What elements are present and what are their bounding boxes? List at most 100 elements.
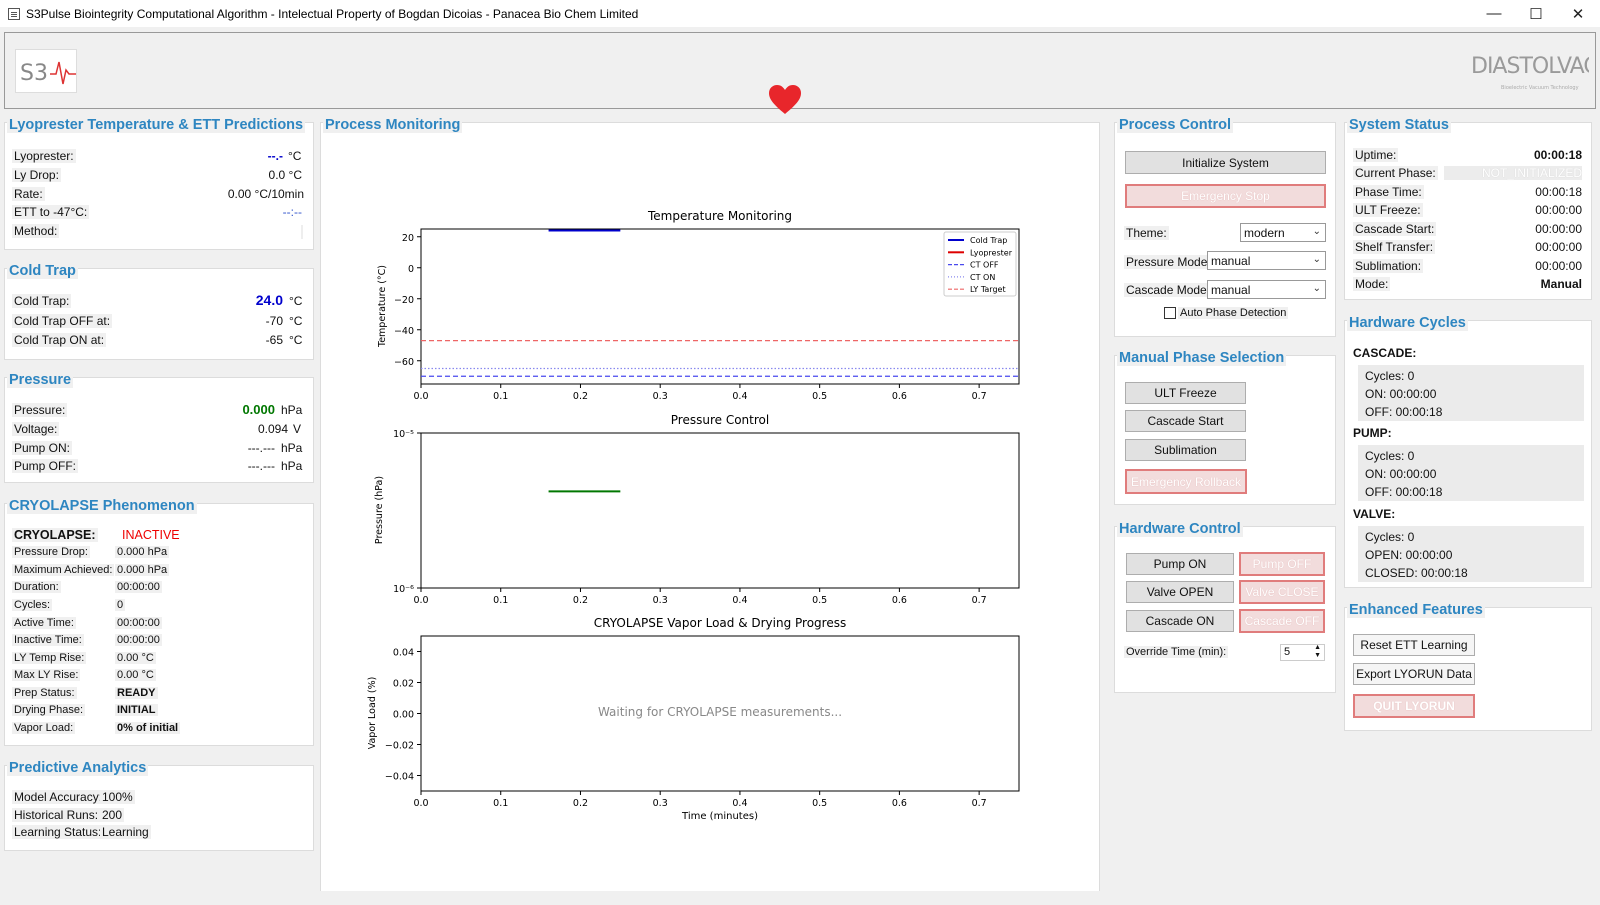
mode-value: Manual [1540,277,1582,291]
svg-text:S3: S3 [20,61,48,86]
override-time-value: 5 [1284,646,1291,658]
cascade-mode-select[interactable]: manual ⌄ [1207,280,1326,299]
chevron-down-icon: ⌄ [1312,283,1321,294]
valve-close-button[interactable]: Valve CLOSE [1239,580,1325,604]
pressure-mode-select[interactable]: manual ⌄ [1207,251,1326,270]
close-button[interactable]: ✕ [1556,0,1600,27]
y-tick-label: 0.02 [393,679,414,690]
cascade-mode-label: Cascade Mode: [1124,283,1213,297]
shelf-transfer-label: Shelf Transfer: [1353,240,1436,254]
shelf-transfer-time: 00:00:00 [1535,240,1582,254]
cascade-off-button[interactable]: Cascade OFF [1239,609,1325,633]
hardware-control-title: Hardware Control [1117,521,1243,537]
maximize-button[interactable]: ☐ [1514,0,1558,27]
x-tick-label: 0.4 [732,798,747,809]
initialize-system-button[interactable]: Initialize System [1125,151,1326,174]
valve-open-button[interactable]: Valve OPEN [1126,581,1234,603]
y-tick-label: −20 [394,295,414,306]
cascade-start-time: 00:00:00 [1535,222,1582,236]
theme-select[interactable]: modern ⌄ [1240,223,1326,242]
x-tick-label: 0.2 [573,391,588,402]
monitoring-charts: Temperature Monitoring Temperature (°C) … [367,209,1020,822]
ult-freeze-time: 00:00:00 [1535,203,1582,217]
cryolapse-row-label: Drying Phase: [12,704,86,716]
title-bar: S3Pulse Biointegrity Computational Algor… [0,0,1600,27]
cryolapse-row-label: Max LY Rise: [12,669,81,681]
y-tick-label: 0.00 [393,710,414,721]
voltage-value: 0.094 [257,422,288,436]
pump-cycles-heading: PUMP: [1353,426,1392,440]
lyoprester-unit: °C [288,149,302,163]
emergency-stop-button[interactable]: Emergency Stop [1125,184,1326,208]
process-control-title: Process Control [1117,117,1233,133]
x-tick-label: 0.6 [892,595,907,606]
cryolapse-row-value: 0.00 °C [115,669,156,681]
y-tick-label: −60 [394,357,414,368]
legend-label: CT ON [970,273,995,282]
spin-arrows-icon[interactable]: ▲ ▼ [1314,644,1321,660]
export-lyorun-button[interactable]: Export LYORUN Data [1353,663,1475,685]
pump-off-unit: hPa [281,459,303,473]
emergency-rollback-button[interactable]: Emergency Rollback [1125,469,1247,494]
phase-time-value: 00:00:18 [1535,185,1582,199]
override-time-spinbox[interactable]: 5 ▲ ▼ [1280,644,1325,661]
model-accuracy-value: 100% [100,790,135,804]
pump-off-label: Pump OFF: [12,459,79,473]
historical-runs-value: 200 [100,808,125,822]
heart-icon [768,85,802,118]
cryolapse-row-value: 0.00 °C [115,652,156,664]
minimize-button[interactable]: — [1472,0,1516,27]
pressure-chart-axes [420,432,1020,589]
x-tick-label: 0.0 [413,595,428,606]
uptime-label: Uptime: [1353,148,1399,162]
ly-drop-value: 0.0 °C [268,168,302,182]
pressure-chart-title: Pressure Control [671,413,769,427]
cryolapse-row-label: Vapor Load: [12,722,76,734]
sublimation-label: Sublimation: [1353,259,1424,273]
cryolapse-row-value: 0.000 hPa [115,546,170,558]
pump-off-value: ---.--- [247,459,275,473]
cascade-start-button[interactable]: Cascade Start [1125,410,1246,432]
pump-on-label: Pump ON: [12,441,73,455]
pump-off-button[interactable]: Pump OFF [1239,552,1325,576]
cold-trap-label: Cold Trap: [12,294,72,308]
x-tick-label: 0.1 [493,391,508,402]
pressure-unit: hPa [281,403,303,417]
process-monitoring-title: Process Monitoring [323,117,463,133]
temp-chart-title: Temperature Monitoring [647,209,792,223]
mode-label: Mode: [1353,277,1391,291]
pressure-chart-ylabel: Pressure (hPa) [374,476,385,544]
legend-label: Cold Trap [970,236,1007,245]
pump-on-button[interactable]: Pump ON [1126,553,1234,575]
model-accuracy-label: Model Accuracy: [12,790,105,804]
reset-ett-button[interactable]: Reset ETT Learning [1353,634,1475,656]
valve-closed-time: CLOSED: 00:00:18 [1365,566,1468,580]
ult-freeze-button[interactable]: ULT Freeze [1125,382,1246,404]
cascade-on-button[interactable]: Cascade ON [1126,610,1234,632]
cold-trap-on-value: -65 [265,333,283,347]
theme-label: Theme: [1124,226,1169,240]
chevron-down-icon: ⌄ [1312,254,1321,265]
quit-lyorun-button[interactable]: QUIT LYORUN [1353,694,1475,718]
cryolapse-row-label: Inactive Time: [12,634,84,646]
current-phase-value: NOT_INITIALIZED [1444,166,1582,180]
x-tick-label: 0.1 [493,595,508,606]
sublimation-button[interactable]: Sublimation [1125,439,1246,461]
cryolapse-row-value: 00:00:00 [115,581,162,593]
vapor-chart-title: CRYOLAPSE Vapor Load & Drying Progress [594,616,846,630]
x-tick-label: 0.2 [573,595,588,606]
sublimation-time: 00:00:00 [1535,259,1582,273]
ett-value: --:-- [282,205,302,219]
enhanced-features-title: Enhanced Features [1347,602,1485,618]
historical-runs-label: Historical Runs: [12,808,101,822]
cascade-mode-value: manual [1211,282,1251,297]
x-tick-label: 0.2 [573,798,588,809]
cascade-off-time: OFF: 00:00:18 [1365,405,1443,419]
cold-trap-off-unit: °C [289,314,303,328]
x-tick-label: 0.5 [812,798,827,809]
ult-freeze-label: ULT Freeze: [1353,203,1423,217]
auto-phase-checkbox[interactable] [1164,307,1176,319]
pressure-mode-value: manual [1211,253,1251,268]
cryolapse-row-value: READY [115,687,158,699]
rate-label: Rate: [12,187,45,201]
